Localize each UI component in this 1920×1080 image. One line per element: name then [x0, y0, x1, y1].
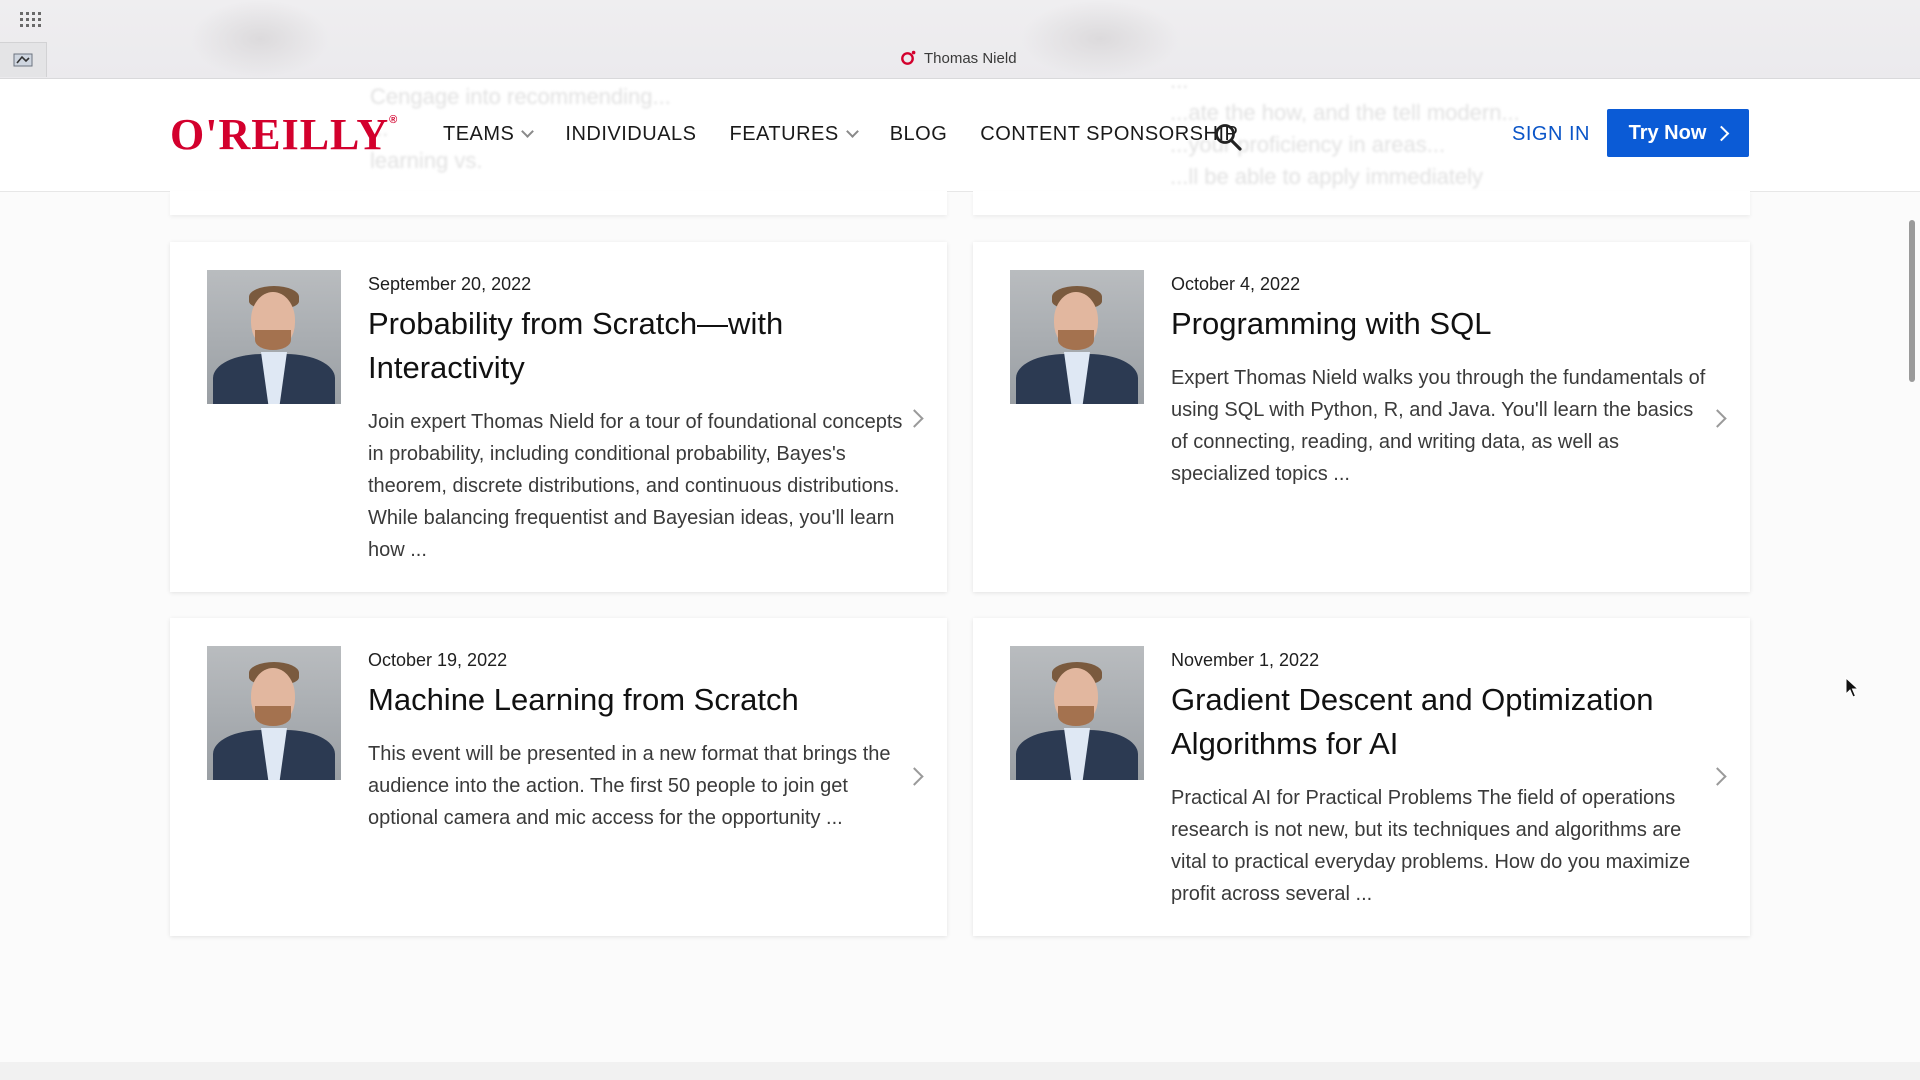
- tab-thumbnail-icon: [13, 53, 33, 67]
- event-description: Expert Thomas Nield walks you through th…: [1171, 367, 1706, 485]
- event-card[interactable]: October 4, 2022 Programming with SQL Exp…: [973, 242, 1750, 592]
- event-title[interactable]: Gradient Descent and Optimization Algori…: [1171, 678, 1691, 766]
- scrolled-content-ghost: ...ll be able to apply immediately: [1170, 164, 1484, 189]
- site-header: Cengage into recommending... ... learnin…: [0, 68, 1920, 192]
- nav-content-sponsorship-label: CONTENT SPONSORSHIP: [980, 123, 1239, 145]
- tab-thumbnail[interactable]: [0, 42, 47, 77]
- scrollbar-thumb[interactable]: [1909, 220, 1915, 382]
- browser-tab-strip: Thomas Nield: [0, 0, 1920, 79]
- nav-teams[interactable]: TEAMS: [443, 123, 535, 146]
- scrolled-content-ghost: ...: [1170, 68, 1189, 93]
- search-icon[interactable]: [1213, 122, 1243, 152]
- nav-features[interactable]: FEATURES: [729, 123, 859, 146]
- event-description: This event will be presented in a new fo…: [368, 743, 891, 829]
- nav-blog[interactable]: BLOG: [890, 123, 948, 146]
- oreilly-favicon-icon: [901, 50, 916, 65]
- nav-individuals[interactable]: INDIVIDUALS: [565, 123, 696, 146]
- mouse-cursor-icon: [1845, 677, 1859, 698]
- tab-strip-blur: [1020, 0, 1180, 78]
- try-now-label: Try Now: [1628, 121, 1707, 144]
- scrolled-content-ghost: Cengage into recommending...: [370, 84, 671, 109]
- app-grid-icon[interactable]: [20, 12, 41, 28]
- event-title[interactable]: Machine Learning from Scratch: [368, 678, 888, 722]
- footer-edge: [0, 1062, 1920, 1080]
- sign-in-link[interactable]: SIGN IN: [1512, 123, 1590, 146]
- event-date: October 4, 2022: [1171, 274, 1301, 294]
- event-description: Practical AI for Practical Problems The …: [1171, 787, 1691, 905]
- event-date: October 19, 2022: [368, 650, 508, 670]
- chevron-right-icon[interactable]: [905, 767, 924, 786]
- event-description: Join expert Thomas Nield for a tour of f…: [368, 411, 903, 561]
- oreilly-logo[interactable]: O'REILLY®: [170, 109, 398, 160]
- speaker-photo: [1010, 270, 1144, 404]
- try-now-button[interactable]: Try Now: [1607, 109, 1749, 157]
- event-title[interactable]: Programming with SQL: [1171, 302, 1691, 346]
- page-scrollbar[interactable]: [1904, 192, 1920, 1062]
- chevron-right-icon[interactable]: [905, 409, 924, 428]
- event-card[interactable]: September 20, 2022 Probability from Scra…: [170, 242, 947, 592]
- speaker-photo: [1010, 646, 1144, 780]
- logo-text: O'REILLY: [170, 110, 390, 159]
- chevron-right-icon[interactable]: [1708, 409, 1727, 428]
- nav-individuals-label: INDIVIDUALS: [565, 123, 697, 145]
- event-card[interactable]: October 19, 2022 Machine Learning from S…: [170, 618, 947, 936]
- speaker-photo: [207, 646, 341, 780]
- event-date: November 1, 2022: [1171, 650, 1320, 670]
- card-partial: [973, 191, 1750, 215]
- chevron-right-icon[interactable]: [1708, 767, 1727, 786]
- tab-title: Thomas Nield: [924, 49, 1017, 67]
- chevron-down-icon: [521, 125, 535, 138]
- speaker-photo: [207, 270, 341, 404]
- active-tab[interactable]: Thomas Nield: [900, 48, 1017, 68]
- event-card[interactable]: November 1, 2022 Gradient Descent and Op…: [973, 618, 1750, 936]
- nav-teams-label: TEAMS: [443, 123, 515, 145]
- event-title[interactable]: Probability from Scratch—with Interactiv…: [368, 302, 888, 390]
- chevron-right-icon: [1714, 125, 1730, 141]
- registered-mark: ®: [389, 114, 399, 127]
- nav-features-label: FEATURES: [729, 123, 839, 145]
- card-partial: [170, 191, 947, 215]
- nav-content-sponsorship[interactable]: CONTENT SPONSORSHIP: [980, 123, 1238, 146]
- tab-strip-blur: [190, 0, 330, 78]
- chevron-down-icon: [845, 125, 859, 138]
- main-nav: TEAMS INDIVIDUALS FEATURES BLOG CONTENT …: [443, 123, 1271, 146]
- nav-blog-label: BLOG: [889, 123, 948, 145]
- event-date: September 20, 2022: [368, 274, 532, 294]
